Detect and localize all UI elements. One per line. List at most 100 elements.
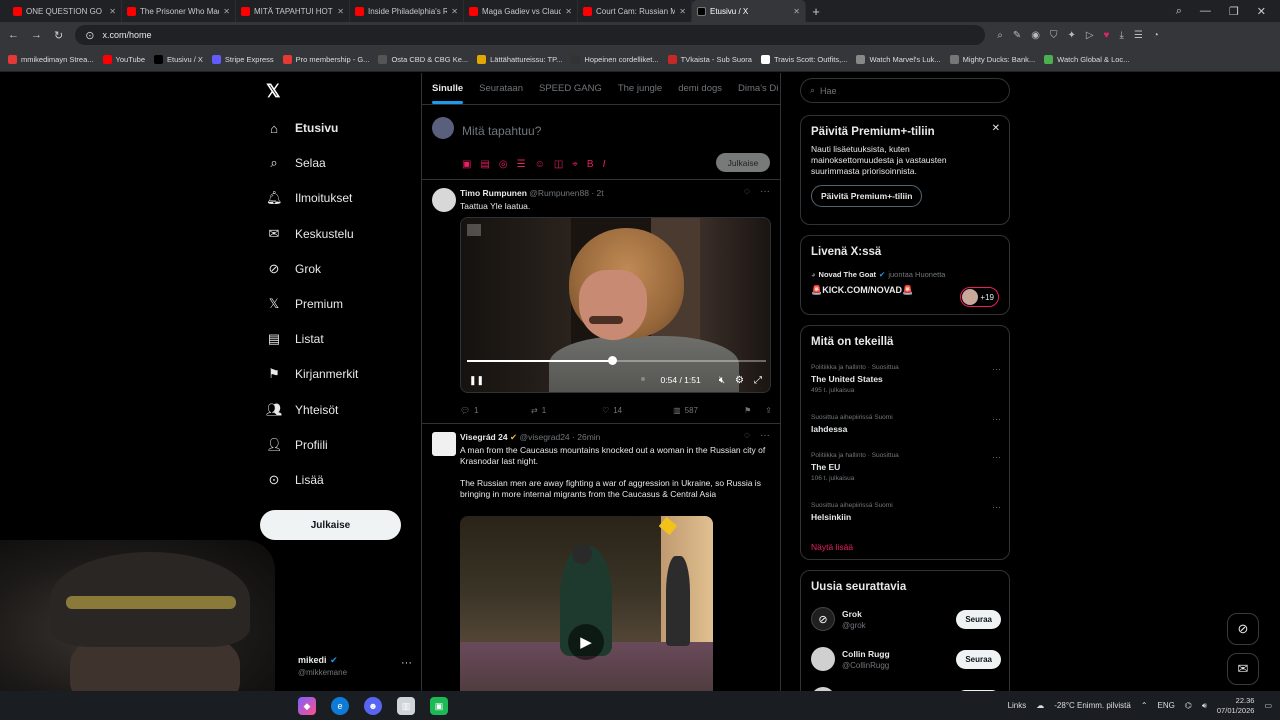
premium-upgrade-button[interactable]: Päivitä Premium+-tiliin xyxy=(811,185,923,207)
close-icon[interactable]: ✕ xyxy=(451,7,458,16)
discord-icon[interactable]: ☻ xyxy=(364,697,382,715)
trend-item[interactable]: Politiikka ja hallinto · Suosittua The Un… xyxy=(811,364,1001,394)
browser-tab[interactable]: Inside Philadelphia's Real ✕ xyxy=(350,0,464,22)
more-icon[interactable]: ··· xyxy=(760,430,770,441)
repost-button[interactable]: ⇄ 1 xyxy=(531,406,602,415)
location-icon[interactable]: ⌖ xyxy=(572,159,578,170)
bookmark-item[interactable]: Osta CBD & CBG Ke... xyxy=(378,55,468,64)
feed-tab[interactable]: SPEED GANG xyxy=(539,83,602,94)
bookmark-item[interactable]: Mighty Ducks: Bank... xyxy=(949,55,1035,64)
lens-icon[interactable]: ⌕ xyxy=(997,30,1003,41)
tweet[interactable]: Timo Rumpunen @Rumpunen88 · 2t ◌ ··· Taa… xyxy=(422,180,780,424)
shield-icon[interactable]: ⛉ xyxy=(1050,30,1058,41)
more-icon[interactable]: ··· xyxy=(992,364,1001,374)
volume-icon[interactable]: 🔊︎ xyxy=(1202,701,1207,711)
account-switcher[interactable]: mikedi ✔ @mikkemane ··· xyxy=(298,651,418,681)
nav-item-yhteisöt[interactable]: 👥︎ Yhteisöt xyxy=(266,400,338,420)
clock[interactable]: 22.36 07/01/2026 xyxy=(1217,696,1255,716)
links-label[interactable]: Links xyxy=(1008,701,1027,710)
close-icon[interactable]: ✕ xyxy=(679,7,686,16)
close-icon[interactable]: ✕ xyxy=(565,7,572,16)
nav-item-ilmoitukset[interactable]: 🔔︎ Ilmoitukset xyxy=(266,188,352,208)
close-icon[interactable]: ✕ xyxy=(337,7,344,16)
profile-icon[interactable]: ◔ xyxy=(1153,30,1159,41)
feed-tab[interactable]: Seurataan xyxy=(479,83,523,94)
more-icon[interactable]: ··· xyxy=(401,657,412,669)
bookmark-item[interactable]: Hopeinen cordelliket... xyxy=(571,55,659,64)
schedule-icon[interactable]: ◫ xyxy=(554,159,563,170)
feed-tab[interactable]: Sinulle xyxy=(432,83,464,104)
nav-item-lisää[interactable]: ⊙ Lisää xyxy=(266,470,324,490)
download-icon[interactable]: ⤓ xyxy=(1119,30,1123,41)
nav-item-listat[interactable]: ▤ Listat xyxy=(266,329,324,349)
play-icon[interactable]: ▷ xyxy=(1086,30,1094,41)
bookmark-item[interactable]: Pro membership - G... xyxy=(282,55,369,64)
italic-icon[interactable]: I xyxy=(603,159,606,170)
reload-icon[interactable]: ↻ xyxy=(54,29,63,42)
bold-icon[interactable]: B xyxy=(587,159,594,170)
post-button[interactable]: Julkaise xyxy=(260,510,401,540)
fullscreen-icon[interactable]: ⤢ xyxy=(754,375,762,386)
live-card[interactable]: Livenä X:ssä ◕ Novad The Goat ✔ juontaa … xyxy=(800,235,1010,315)
emoji-icon[interactable]: ☺ xyxy=(535,159,545,170)
more-icon[interactable]: ··· xyxy=(992,502,1001,512)
like-button[interactable]: ♡ 14 xyxy=(602,406,673,415)
app-icon[interactable]: ▣ xyxy=(430,697,448,715)
nav-item-etusivu[interactable]: ⌂ Etusivu xyxy=(266,118,338,138)
browser-tab[interactable]: MITÄ TAPAHTUI HOTELLI ✕ xyxy=(236,0,350,22)
notification-icon[interactable]: ▭ xyxy=(1264,701,1272,710)
views-button[interactable]: ▥ 587 xyxy=(673,406,744,415)
video-progress-bar[interactable] xyxy=(467,356,766,365)
grok-icon[interactable]: ⊘ xyxy=(1227,613,1259,645)
nav-item-kirjanmerkit[interactable]: ⚑ Kirjanmerkit xyxy=(266,364,358,384)
nav-item-profiili[interactable]: 👤︎ Profiili xyxy=(266,435,328,455)
poll-icon[interactable]: ☰ xyxy=(517,159,526,170)
close-icon[interactable]: ✕ xyxy=(992,123,1000,134)
back-icon[interactable]: ← xyxy=(8,29,19,41)
feed-tab[interactable]: Dima's Di xyxy=(738,83,778,94)
nav-item-selaa[interactable]: ⌕ Selaa xyxy=(266,153,325,173)
author-name[interactable]: Timo Rumpunen xyxy=(460,188,527,198)
bookmark-item[interactable]: YouTube xyxy=(102,55,145,64)
menu-icon[interactable]: ☰ xyxy=(1134,30,1143,41)
search-input[interactable]: ⌕ Hae xyxy=(800,78,1010,103)
grok-icon[interactable]: ◌ xyxy=(744,186,750,197)
more-icon[interactable]: ··· xyxy=(992,414,1001,424)
close-icon[interactable]: ✕ xyxy=(109,7,116,16)
follow-suggestion[interactable]: ⊘ Grok @grok Seuraa xyxy=(811,604,1001,634)
bookmark-item[interactable]: Watch Marvel's Luk... xyxy=(856,55,941,64)
follow-button[interactable]: Seuraa xyxy=(956,649,1001,669)
avatar[interactable] xyxy=(432,432,456,456)
weather-text[interactable]: -28°C Enimm. pilvistä xyxy=(1054,701,1131,710)
browser-tab[interactable]: Maga Gadiev vs Claudio - ✕ xyxy=(464,0,578,22)
bookmark-item[interactable]: Stripe Express xyxy=(211,55,274,64)
video-player[interactable]: ❚❚ 0:54 / 1:51 🔇︎ ⚙ ⤢ xyxy=(460,217,771,393)
bookmark-item[interactable]: TVkaista - Sub Suora xyxy=(667,55,752,64)
camera-icon[interactable]: ◉ xyxy=(1031,30,1040,41)
language-indicator[interactable]: ENG xyxy=(1158,701,1175,710)
network-icon[interactable]: ⌬ xyxy=(1185,701,1192,710)
mute-icon[interactable]: 🔇︎ xyxy=(719,375,725,386)
x-logo-icon[interactable]: 𝕏 xyxy=(266,81,281,102)
tweet-time[interactable]: · 2t xyxy=(591,188,603,198)
puzzle-icon[interactable]: ✦ xyxy=(1067,30,1075,41)
translate-icon[interactable]: ✎ xyxy=(1013,30,1021,41)
browser-tab-active[interactable]: Etusivu / X ✕ xyxy=(692,0,806,22)
author-handle[interactable]: @Rumpunen88 xyxy=(529,188,589,198)
browser-tab[interactable]: Court Cam: Russian Man ✕ xyxy=(578,0,692,22)
image-icon[interactable]: ▣ xyxy=(462,159,471,170)
search-tabs-icon[interactable]: ⌕ xyxy=(1176,5,1182,18)
gif-icon[interactable]: ▤ xyxy=(480,159,489,170)
bookmark-item[interactable]: Travis Scott: Outfits,... xyxy=(760,55,847,64)
trend-item[interactable]: Suosittua aihepiirissä Suomi lahdessa ··· xyxy=(811,414,1001,434)
heart-icon[interactable]: ♥ xyxy=(1104,30,1110,41)
reply-button[interactable]: 💬︎ 1 xyxy=(460,406,531,415)
close-icon[interactable]: ✕ xyxy=(223,7,230,16)
feed-tab[interactable]: The jungle xyxy=(618,83,662,94)
grok-icon[interactable]: ◌ xyxy=(744,430,750,441)
edge-icon[interactable]: e xyxy=(331,697,349,715)
tweet-time[interactable]: · 26min xyxy=(572,432,600,442)
trend-item[interactable]: Suosittua aihepiirissä Suomi Helsinkiin ··… xyxy=(811,502,1001,522)
share-icon[interactable]: ⇪ xyxy=(765,406,772,415)
bookmark-item[interactable]: Watch Global & Loc... xyxy=(1044,55,1129,64)
